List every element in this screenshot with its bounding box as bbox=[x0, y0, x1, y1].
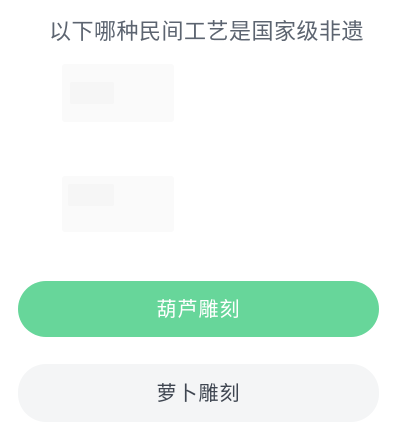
answer-option-button[interactable]: 葫芦雕刻 bbox=[18, 281, 379, 337]
question-title: 以下哪种民间工艺是国家级非遗 bbox=[48, 20, 364, 45]
faded-placeholder-detail bbox=[70, 82, 114, 104]
answer-option-button[interactable]: 萝卜雕刻 bbox=[18, 364, 379, 422]
faded-placeholder-image bbox=[62, 176, 174, 232]
faded-placeholder-detail bbox=[68, 184, 114, 206]
faded-placeholder-image bbox=[62, 64, 174, 122]
